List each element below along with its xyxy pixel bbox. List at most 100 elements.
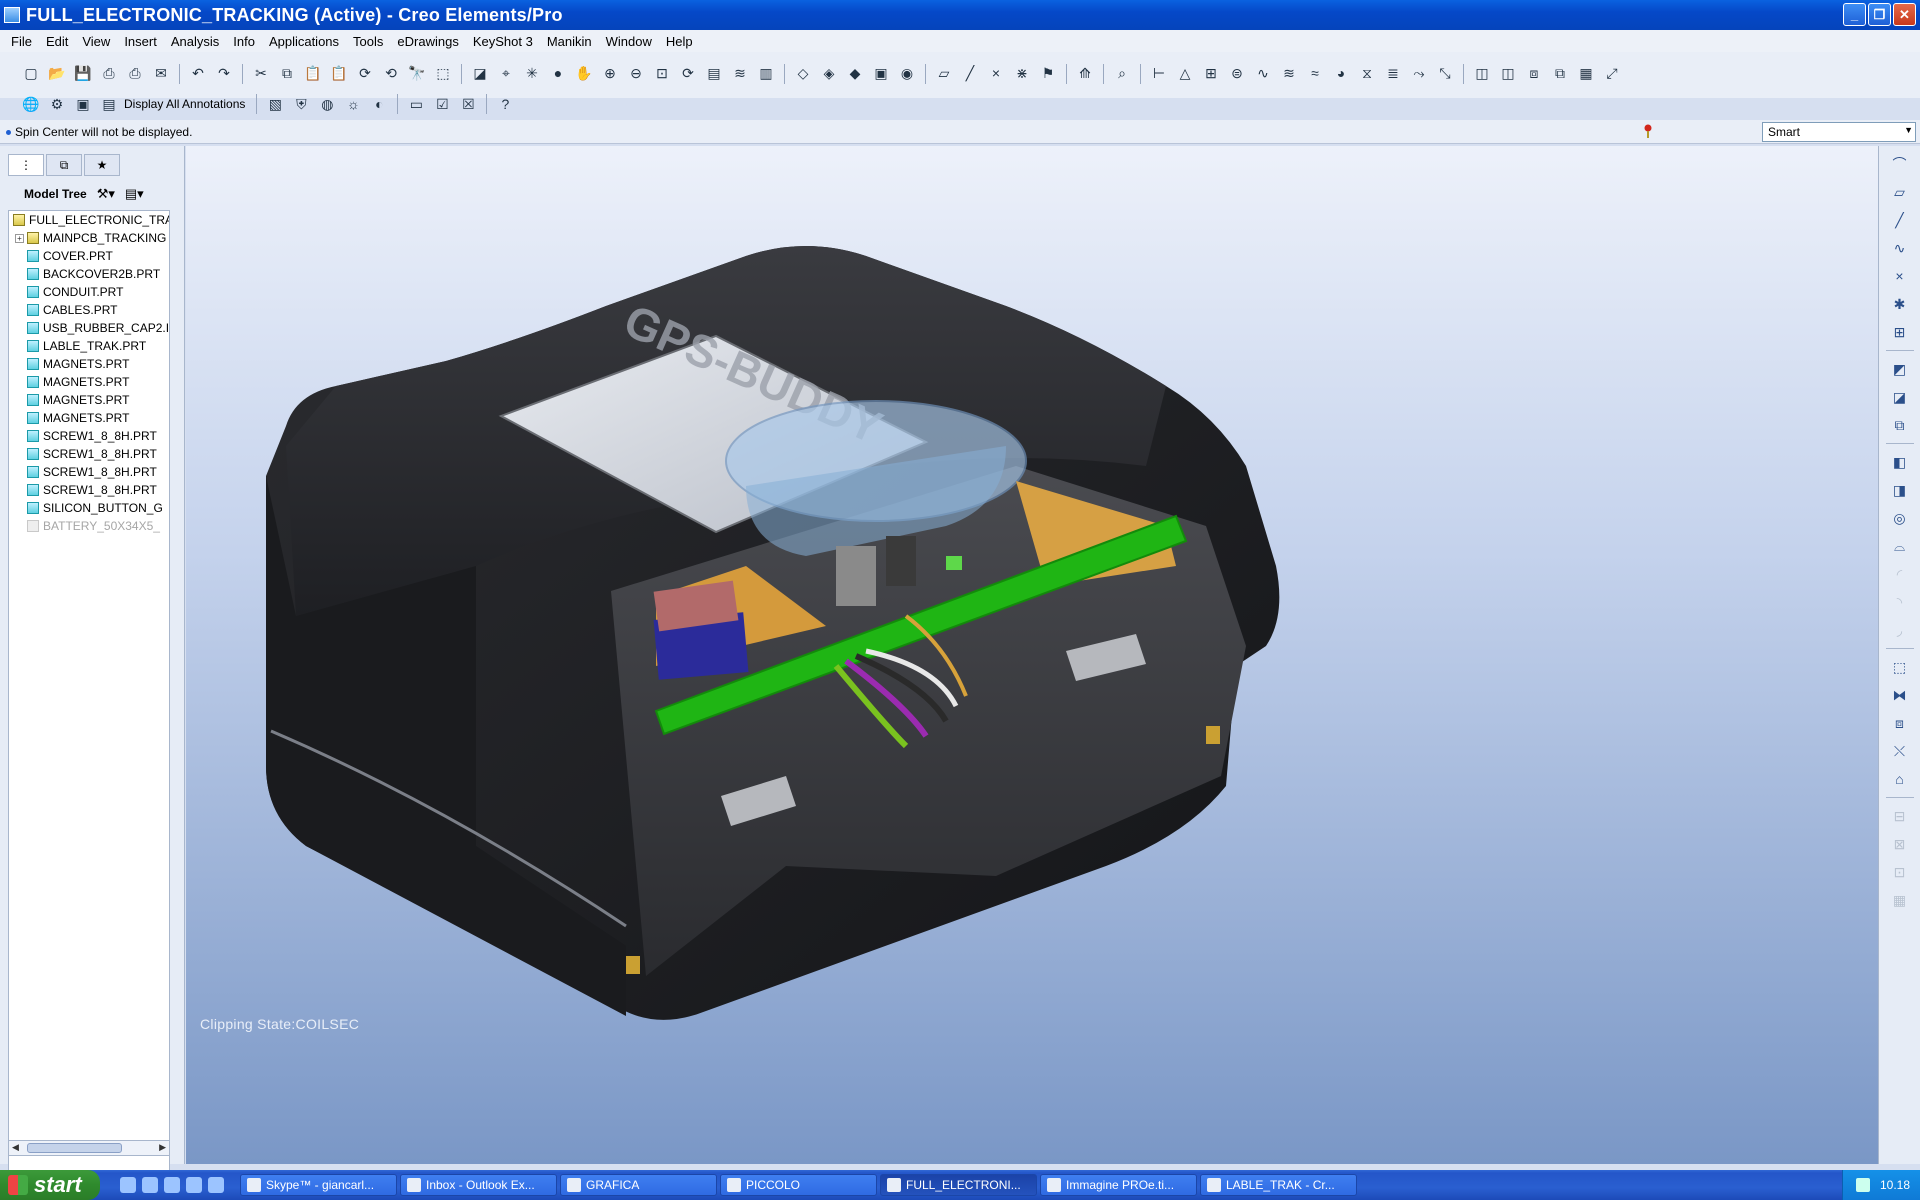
expand-icon[interactable]: + [15, 233, 24, 243]
browser-icon[interactable] [208, 1177, 224, 1193]
ie-icon[interactable] [120, 1177, 136, 1193]
undo-icon[interactable]: ↶ [189, 64, 207, 82]
menu-view[interactable]: View [75, 34, 117, 49]
display-annotations-icon[interactable]: ▤ [100, 95, 118, 113]
menu-edit[interactable]: Edit [39, 34, 75, 49]
tree-settings-icon[interactable]: ⚒▾ [97, 186, 115, 202]
shading-icon[interactable]: ▣ [872, 64, 890, 82]
tree-item[interactable]: BATTERY_50X34X5_ [9, 517, 169, 535]
taskbar-button[interactable]: LABLE_TRAK - Cr... [1200, 1174, 1357, 1196]
tab-model-tree[interactable]: ⋮ [8, 154, 44, 176]
layers-icon[interactable]: ≋ [731, 64, 749, 82]
menu-tools[interactable]: Tools [346, 34, 390, 49]
globe-icon[interactable]: 🌐 [22, 95, 40, 113]
merge-tool-icon[interactable]: ⧈ [1890, 713, 1910, 733]
extrude-tool-icon[interactable]: ◧ [1890, 452, 1910, 472]
print-preview-icon[interactable]: ⎙ [126, 64, 144, 82]
graphics-window[interactable]: GPS-BUDDY Clipping State:COILSEC [186, 146, 1878, 1164]
whats-this-help-icon[interactable]: ? [496, 95, 514, 113]
datum-planes-icon[interactable]: ▱ [935, 64, 953, 82]
shaded-curvature-icon[interactable]: ≈ [1306, 64, 1324, 82]
app-launch-icon[interactable] [142, 1177, 158, 1193]
minimize-button[interactable]: _ [1843, 3, 1866, 26]
taskbar-button[interactable]: GRAFICA [560, 1174, 717, 1196]
tree-item[interactable]: LABLE_TRAK.PRT [9, 337, 169, 355]
gear-icon[interactable]: ⚙ [48, 95, 66, 113]
close-button[interactable]: ✕ [1893, 3, 1916, 26]
menu-manikin[interactable]: Manikin [540, 34, 599, 49]
color-analysis-icon[interactable]: ◕ [1332, 64, 1350, 82]
menu-analysis[interactable]: Analysis [164, 34, 226, 49]
table-icon[interactable]: ⊞ [1202, 64, 1220, 82]
menu-info[interactable]: Info [226, 34, 262, 49]
curvature-icon[interactable]: ∿ [1254, 64, 1272, 82]
package-icon[interactable]: ⧈ [1525, 64, 1543, 82]
zoom-out-icon[interactable]: ⊖ [627, 64, 645, 82]
menu-file[interactable]: File [4, 34, 39, 49]
plane-tool-icon[interactable]: ▱ [1890, 182, 1910, 202]
tree-item[interactable]: MAGNETS.PRT [9, 391, 169, 409]
taskbar-button[interactable]: PICCOLO [720, 1174, 877, 1196]
selection-filter-dropdown[interactable]: Smart ▼ [1762, 122, 1916, 142]
wireframe-icon[interactable]: ◇ [794, 64, 812, 82]
trim-tool-icon[interactable]: ⤬ [1890, 741, 1910, 761]
redo-icon[interactable]: ↷ [215, 64, 233, 82]
light-icon[interactable]: ☼ [344, 95, 362, 113]
sweep-tool-icon[interactable]: ⌓ [1890, 536, 1910, 556]
mass-props-icon[interactable]: ⊜ [1228, 64, 1246, 82]
draft-analysis-icon[interactable]: ⧖ [1358, 64, 1376, 82]
new-file-icon[interactable]: ▢ [22, 64, 40, 82]
tab-favorites[interactable]: ★ [84, 154, 120, 176]
assemble-icon[interactable]: ◫ [1499, 64, 1517, 82]
tree-item[interactable]: SCREW1_8_8H.PRT [9, 463, 169, 481]
point-tool-icon[interactable]: × [1890, 266, 1910, 286]
regenerate-icon[interactable]: ⟳ [356, 64, 374, 82]
tree-item[interactable]: + MAINPCB_TRACKING [9, 229, 169, 247]
zoom-in-icon[interactable]: ⊕ [601, 64, 619, 82]
menu-help[interactable]: Help [659, 34, 700, 49]
tree-columns-icon[interactable]: ▤▾ [125, 186, 144, 202]
menu-window[interactable]: Window [599, 34, 659, 49]
enhanced-realism-icon[interactable]: ◉ [898, 64, 916, 82]
mirror-tool-icon[interactable]: ⧓ [1890, 685, 1910, 705]
angle-icon[interactable]: △ [1176, 64, 1194, 82]
datum-axes-icon[interactable]: ╱ [961, 64, 979, 82]
datum-points-icon[interactable]: × [987, 64, 1005, 82]
appearance-icon[interactable]: ● [549, 64, 567, 82]
menu-insert[interactable]: Insert [117, 34, 164, 49]
tree-item[interactable]: BACKCOVER2B.PRT [9, 265, 169, 283]
menu-edrawings[interactable]: eDrawings [390, 34, 465, 49]
assemble-tool-icon[interactable]: ◩ [1890, 359, 1910, 379]
hole-tool-icon[interactable]: ◎ [1890, 508, 1910, 528]
menu-applications[interactable]: Applications [262, 34, 346, 49]
tree-item[interactable]: SILICON_BUTTON_G [9, 499, 169, 517]
window-close-icon[interactable]: ☒ [459, 95, 477, 113]
scene-icon[interactable]: ◍ [318, 95, 336, 113]
measure-icon[interactable]: ⊢ [1150, 64, 1168, 82]
saved-views-icon[interactable]: ▤ [705, 64, 723, 82]
view-manager-icon[interactable]: ▥ [757, 64, 775, 82]
model-analysis-icon[interactable]: ⟰ [1076, 64, 1094, 82]
repaint-icon[interactable]: ◪ [471, 64, 489, 82]
display-all-annotations-button[interactable]: Display All Annotations [124, 97, 245, 111]
taskbar-button[interactable]: Skype™ - giancarl... [240, 1174, 397, 1196]
pattern-tool-icon[interactable]: ⬚ [1890, 657, 1910, 677]
tree-item[interactable]: MAGNETS.PRT [9, 409, 169, 427]
tree-item[interactable]: MAGNETS.PRT [9, 355, 169, 373]
taskbar-button[interactable]: FULL_ELECTRONI... [880, 1174, 1037, 1196]
annotations-icon[interactable]: ⚑ [1039, 64, 1057, 82]
pan-icon[interactable]: ✋ [575, 64, 593, 82]
offset-icon[interactable]: ⤡ [1436, 64, 1454, 82]
tree-horizontal-scrollbar[interactable]: ◀ ▶ [8, 1140, 170, 1156]
csys-tool-icon[interactable]: ✱ [1890, 294, 1910, 314]
curve-tool-icon[interactable]: ∿ [1890, 238, 1910, 258]
keyshot-icon[interactable]: ◐ [370, 95, 388, 113]
media-icon[interactable] [164, 1177, 180, 1193]
spin-center-icon[interactable]: ✳ [523, 64, 541, 82]
menu-keyshot[interactable]: KeyShot 3 [466, 34, 540, 49]
component-create-icon[interactable]: ◫ [1473, 64, 1491, 82]
tree-item[interactable]: USB_RUBBER_CAP2.I [9, 319, 169, 337]
folder-icon[interactable]: ▦ [1577, 64, 1595, 82]
restore-button[interactable]: ❐ [1868, 3, 1891, 26]
start-button[interactable]: start [0, 1170, 100, 1200]
